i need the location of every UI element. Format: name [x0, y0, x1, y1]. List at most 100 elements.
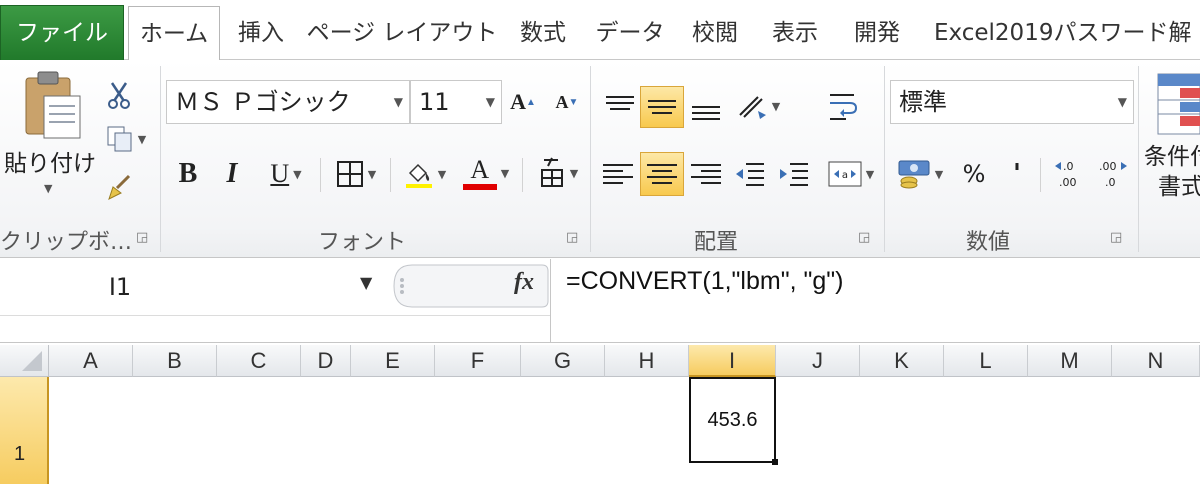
tab-developer[interactable]: 開発 [842, 6, 912, 60]
increase-indent-button[interactable] [774, 154, 814, 194]
align-left-icon [603, 164, 633, 184]
font-color-button[interactable]: A ▼ [458, 152, 514, 194]
conditional-formatting-label[interactable]: 条件付 書式 [1144, 142, 1200, 202]
align-right-button[interactable] [686, 154, 726, 194]
decrease-decimal-button[interactable]: .00 .0 [1094, 154, 1134, 194]
align-bottom-button[interactable] [686, 88, 726, 126]
number-format-combo[interactable]: 標準 ▼ [890, 80, 1134, 124]
tab-file[interactable]: ファイル [0, 5, 124, 60]
copy-button[interactable]: ▼ [102, 124, 150, 154]
active-cell-i1[interactable]: 453.6 [689, 377, 776, 463]
chevron-down-icon[interactable]: ▼ [394, 81, 403, 123]
column-header-c[interactable]: C [217, 345, 301, 377]
format-painter-button[interactable] [104, 172, 134, 202]
fill-color-button[interactable]: ▼ [398, 154, 452, 194]
tab-data[interactable]: データ [588, 6, 672, 60]
column-header-l[interactable]: L [944, 345, 1028, 377]
column-header-n[interactable]: N [1112, 345, 1200, 377]
orientation-button[interactable]: ▼ [730, 86, 786, 126]
svg-text:.0: .0 [1063, 160, 1074, 173]
chevron-down-icon[interactable]: ▼ [1118, 81, 1127, 123]
font-color-bar [462, 184, 497, 190]
align-left-button[interactable] [598, 154, 638, 194]
conditional-formatting-button[interactable] [1150, 66, 1200, 140]
increase-decimal-button[interactable]: .0 .00 [1050, 154, 1090, 194]
align-middle-button[interactable] [640, 86, 684, 128]
alignment-launcher-icon[interactable]: ◲ [858, 230, 870, 245]
column-header-e[interactable]: E [351, 345, 435, 377]
row-header-1[interactable]: 1 [0, 377, 49, 484]
percent-style-button[interactable]: % [956, 154, 992, 194]
alignment-group-label: 配置 [694, 230, 739, 255]
column-header-b[interactable]: B [133, 345, 217, 377]
paste-button[interactable] [8, 64, 98, 144]
borders-button[interactable]: ▼ [330, 154, 382, 194]
tab-page-layout[interactable]: ページ レイアウト [304, 6, 500, 60]
phonetic-button[interactable]: ▼ [532, 152, 584, 194]
group-divider [1138, 66, 1139, 252]
align-center-button[interactable] [640, 152, 684, 196]
underline-button[interactable]: U ▼ [260, 154, 312, 194]
name-box[interactable]: I1 [0, 261, 390, 313]
accounting-dropdown-icon[interactable]: ▼ [935, 168, 943, 181]
font-name-combo[interactable]: ＭＳ Ｐゴシック ▼ [166, 80, 410, 124]
merge-center-button[interactable]: a ▼ [822, 156, 880, 192]
phonetic-dropdown-icon[interactable]: ▼ [570, 167, 578, 180]
brush-icon [108, 174, 131, 200]
clipboard-group-label: クリップボ… [0, 230, 133, 255]
font-color-dropdown-icon[interactable]: ▼ [501, 167, 509, 180]
tab-addin[interactable]: Excel2019パスワード解 [924, 6, 1200, 60]
tab-insert[interactable]: 挿入 [226, 6, 296, 60]
column-header-f[interactable]: F [435, 345, 521, 377]
column-header-h[interactable]: H [605, 345, 689, 377]
tab-formulas[interactable]: 数式 [508, 6, 578, 60]
select-all-button[interactable] [0, 345, 49, 377]
column-header-m[interactable]: M [1028, 345, 1112, 377]
column-header-j[interactable]: J [776, 345, 860, 377]
font-launcher-icon[interactable]: ◲ [566, 230, 578, 245]
fill-handle[interactable] [772, 459, 778, 465]
accounting-format-button[interactable]: ▼ [892, 154, 948, 194]
grow-font-button[interactable]: A ▲ [508, 84, 538, 120]
decrease-indent-button[interactable] [730, 154, 770, 194]
paste-dropdown-icon[interactable]: ▼ [44, 182, 52, 195]
shrink-font-button[interactable]: A ▼ [552, 84, 582, 120]
font-color-swatch: A [462, 156, 497, 190]
divider [0, 315, 550, 316]
formula-input[interactable]: =CONVERT(1,"lbm", "g") [566, 267, 843, 296]
ribbon-home: 貼り付け ▼ ▼ クリップボ… ◲ ＭＳ Ｐゴシック ▼ 11 ▼ A ▲ A … [0, 60, 1200, 258]
conditional-formatting-icon [1157, 73, 1200, 135]
column-header-i[interactable]: I [689, 345, 776, 377]
tab-view[interactable]: 表示 [760, 6, 830, 60]
tab-home[interactable]: ホーム [128, 6, 220, 61]
comma-style-button[interactable]: ' [1002, 154, 1032, 194]
name-box-dropdown-icon[interactable]: ▼ [360, 273, 372, 292]
clipboard-launcher-icon[interactable]: ◲ [136, 230, 148, 245]
align-middle-icon [648, 92, 676, 122]
number-launcher-icon[interactable]: ◲ [1110, 230, 1122, 245]
divider [522, 158, 523, 192]
insert-function-button[interactable]: fx [514, 269, 534, 296]
group-divider [884, 66, 885, 252]
formula-bar: I1 ▼ fx =CONVERT(1,"lbm", "g") [0, 259, 1200, 343]
copy-dropdown-icon[interactable]: ▼ [138, 133, 146, 146]
fill-color-dropdown-icon[interactable]: ▼ [438, 168, 446, 181]
column-header-a[interactable]: A [49, 345, 133, 377]
font-size-combo[interactable]: 11 ▼ [410, 80, 502, 124]
merge-dropdown-icon[interactable]: ▼ [866, 168, 874, 181]
column-header-d[interactable]: D [301, 345, 351, 377]
align-top-button[interactable] [600, 88, 640, 126]
italic-button[interactable]: I [216, 154, 248, 194]
borders-dropdown-icon[interactable]: ▼ [368, 168, 376, 181]
cut-button[interactable] [104, 80, 134, 110]
copy-icon [107, 126, 132, 152]
paste-label[interactable]: 貼り付け [0, 144, 100, 178]
wrap-text-button[interactable] [820, 84, 866, 128]
orientation-dropdown-icon[interactable]: ▼ [772, 100, 780, 113]
tab-review[interactable]: 校閲 [680, 6, 750, 60]
chevron-down-icon[interactable]: ▼ [486, 81, 495, 123]
underline-dropdown-icon[interactable]: ▼ [293, 168, 301, 181]
column-header-g[interactable]: G [521, 345, 605, 377]
column-header-k[interactable]: K [860, 345, 944, 377]
bold-button[interactable]: B [172, 154, 204, 194]
